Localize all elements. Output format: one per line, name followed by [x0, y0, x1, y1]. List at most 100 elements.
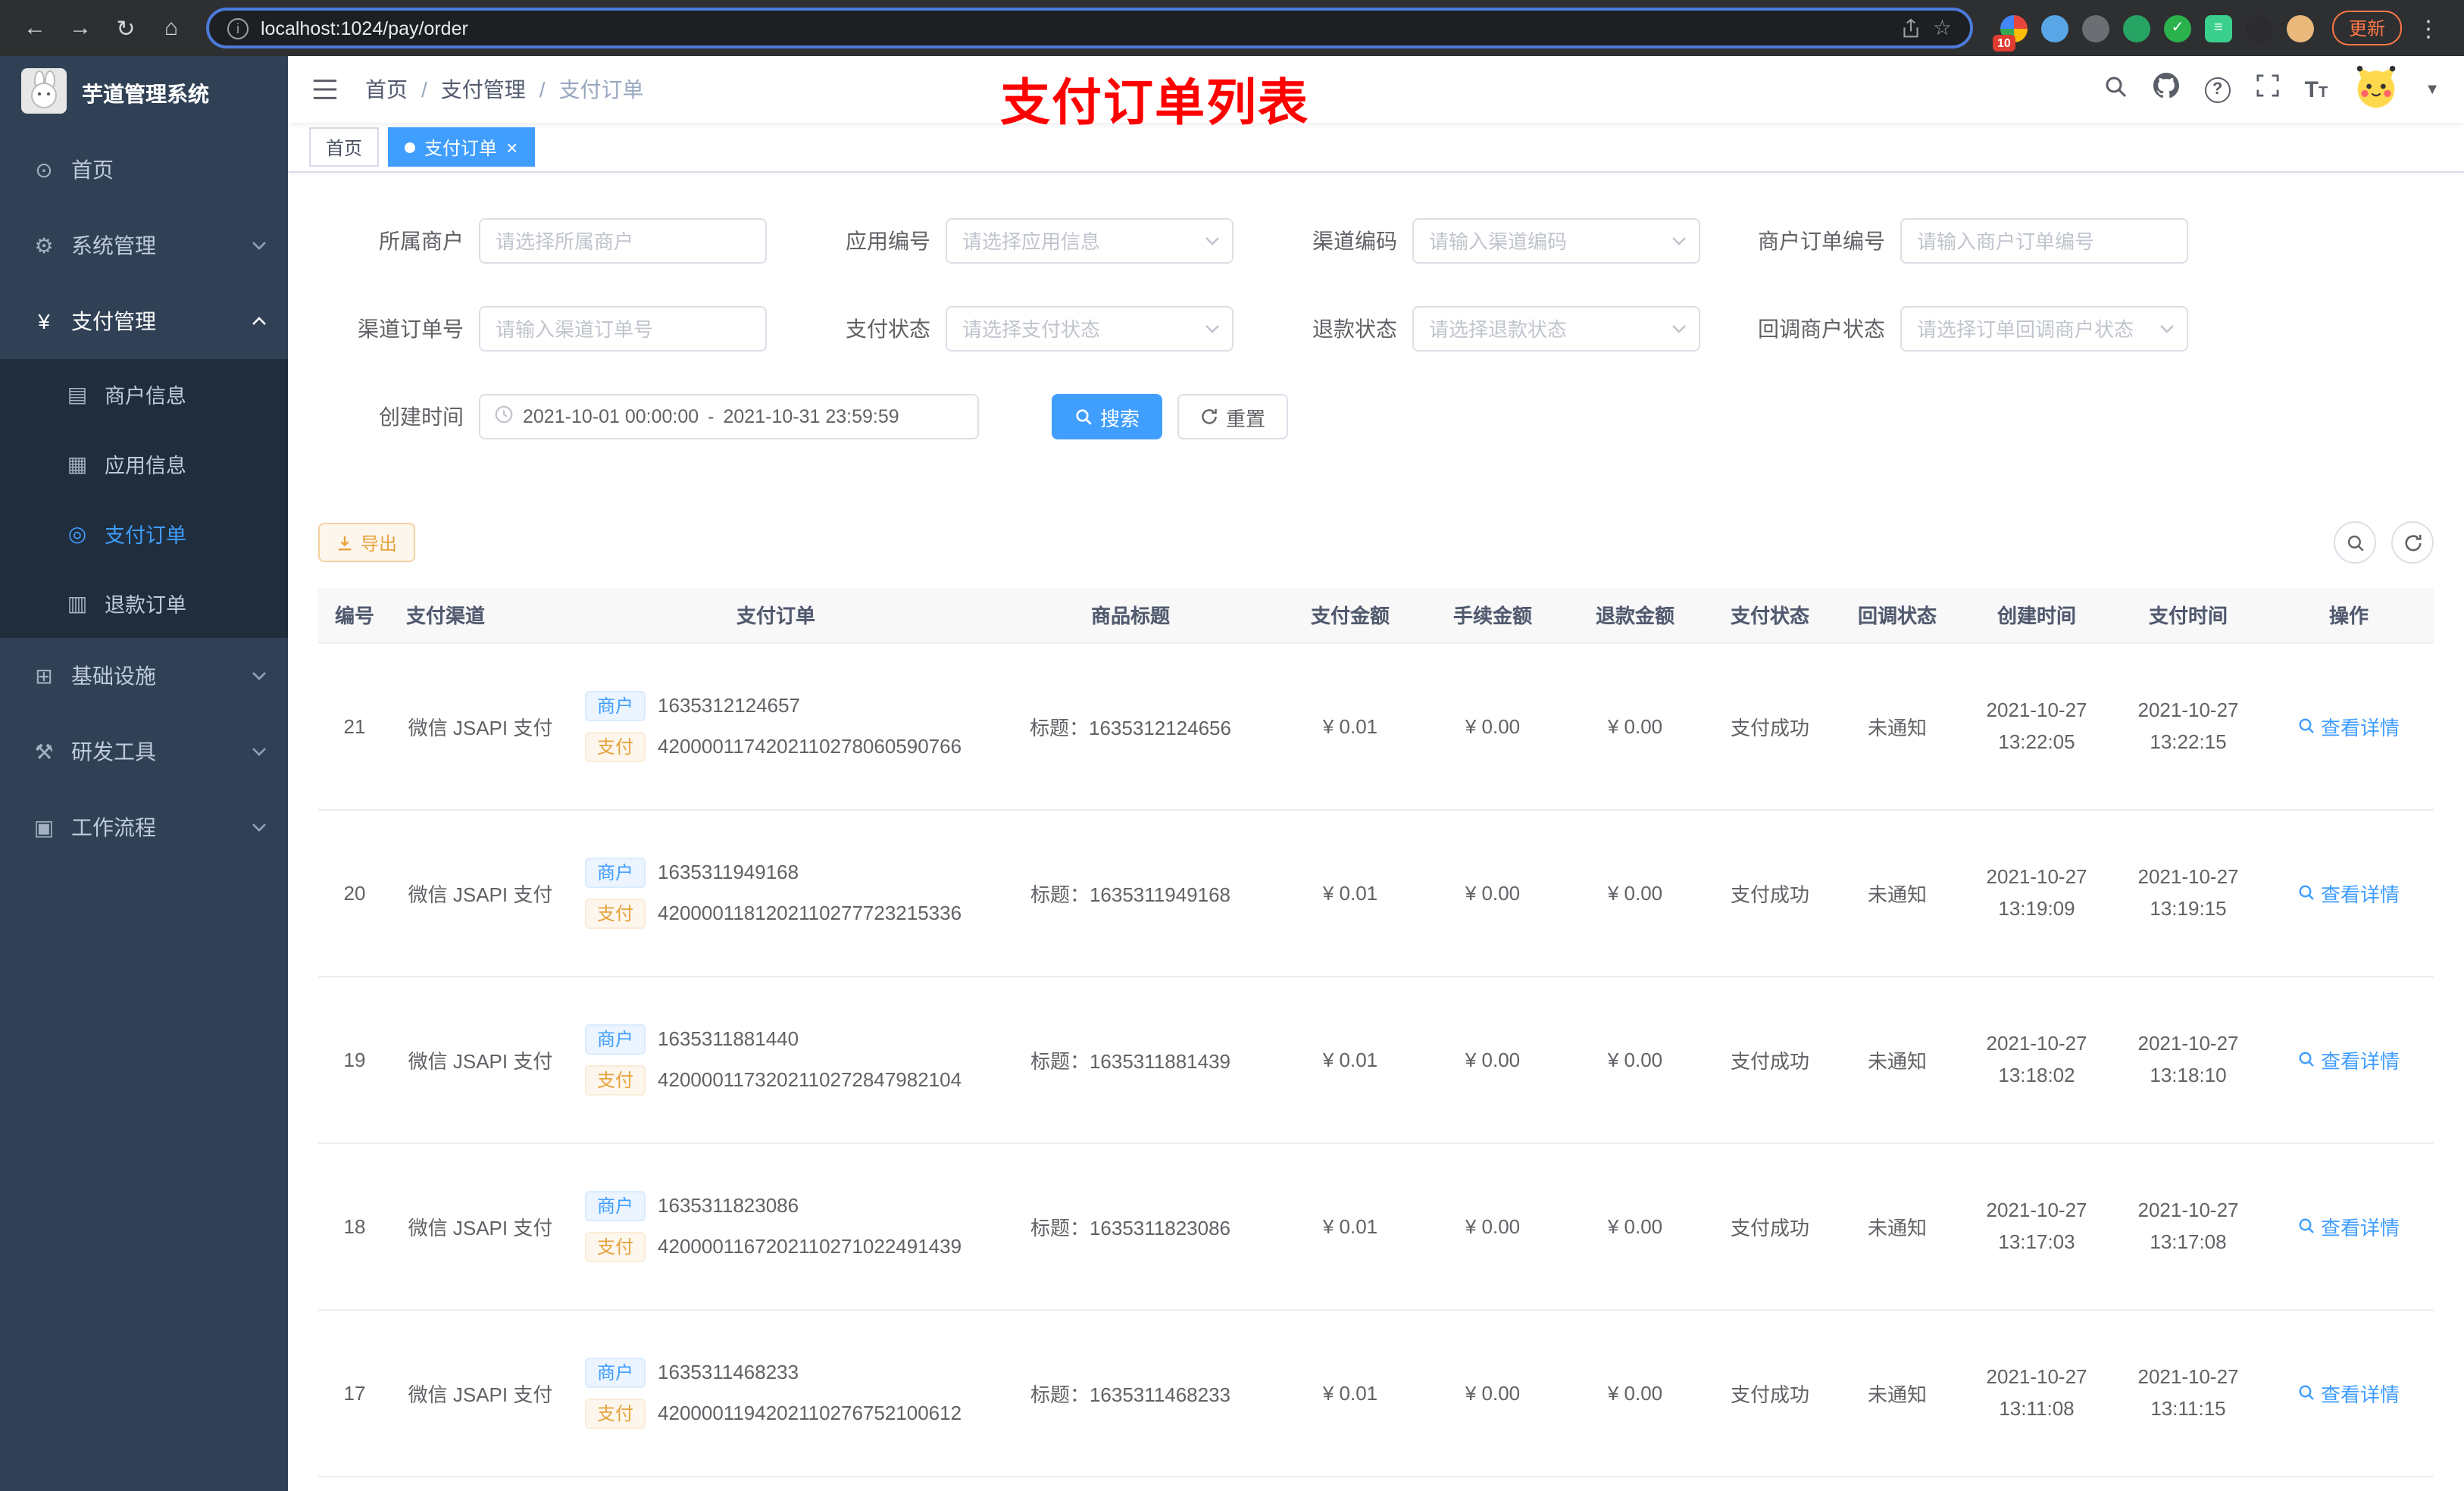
app-select[interactable]: [946, 218, 1234, 264]
monitor-icon: ⊞: [35, 663, 53, 687]
search-icon[interactable]: [2103, 73, 2128, 105]
blue-extension-icon[interactable]: [2040, 14, 2068, 42]
browser-window: ← → ↻ ⌂ i localhost:1024/pay/order ☆ 10 …: [0, 0, 2464, 1491]
actions-cell: 查看详情: [2264, 976, 2434, 1143]
close-tab-icon[interactable]: ×: [506, 137, 518, 157]
avatar-caret-icon[interactable]: ▼: [2425, 81, 2440, 98]
view-detail-link[interactable]: 查看详情: [2298, 1045, 2400, 1074]
merchant-input[interactable]: [479, 218, 767, 264]
help-icon[interactable]: ?: [2204, 77, 2231, 102]
pay-status-select[interactable]: [946, 306, 1234, 352]
channel-order-no: 4200001173202110272847982104: [658, 1068, 962, 1091]
sidebar-item-pay-order[interactable]: ◎ 支付订单: [0, 499, 288, 568]
sidebar-item-merchant-info[interactable]: ▤ 商户信息: [0, 359, 288, 429]
actions-cell: 查看详情: [2264, 809, 2434, 977]
reset-button[interactable]: 重置: [1177, 394, 1289, 439]
user-avatar[interactable]: [2353, 63, 2399, 116]
export-button[interactable]: 导出: [318, 523, 416, 562]
sidebar-item-devtools[interactable]: ⚒ 研发工具: [0, 714, 288, 789]
check-extension-icon[interactable]: ✓: [2163, 14, 2191, 42]
column-header: 支付渠道: [391, 588, 570, 643]
sidebar-item-home[interactable]: ⊙ 首页: [0, 132, 288, 208]
pay-status: 支付成功: [1706, 1142, 1834, 1310]
bookmark-star-icon[interactable]: ☆: [1933, 15, 1952, 41]
sidebar-item-payment[interactable]: ¥ 支付管理: [0, 283, 288, 359]
channel-order-no-input[interactable]: [479, 306, 767, 352]
url-text[interactable]: localhost:1024/pay/order: [261, 17, 1890, 39]
forward-icon[interactable]: →: [61, 15, 100, 41]
pay-status: 支付成功: [1706, 976, 1834, 1143]
pay-order-cell: 商户 1635311457936 支付 42000011682021102745…: [570, 1476, 982, 1491]
pay-order-cell: 商户 1635311468233 支付 42000011942021102767…: [570, 1309, 982, 1477]
site-info-icon[interactable]: i: [227, 17, 249, 39]
home-icon[interactable]: ⌂: [152, 15, 191, 41]
table-row: 16 微信 JSAPI 支付 商户 1635311457936 支付: [318, 1476, 2434, 1491]
sidebar-item-app-info[interactable]: ▦ 应用信息: [0, 429, 288, 499]
profile-avatar-icon[interactable]: [2286, 14, 2314, 42]
date-end: 2021-10-31 23:59:59: [723, 406, 899, 427]
callback-status-select[interactable]: [1900, 306, 2188, 352]
merchant-tag: 商户: [585, 690, 646, 720]
sidebar-item-workflow[interactable]: ▣ 工作流程: [0, 789, 288, 865]
table-row: 20 微信 JSAPI 支付 商户 1635311949168 支付 42000…: [318, 809, 2434, 977]
table-row: 17 微信 JSAPI 支付 商户 1635311468233 支付 42000…: [318, 1309, 2434, 1477]
fullscreen-icon[interactable]: [2256, 74, 2279, 105]
refresh-button[interactable]: [2391, 521, 2434, 564]
filter-label: 退款状态: [1312, 317, 1397, 341]
reload-icon[interactable]: ↻: [106, 14, 145, 42]
address-bar[interactable]: i localhost:1024/pay/order ☆: [206, 8, 1973, 48]
share-icon[interactable]: [1903, 17, 1921, 39]
clock-icon: [494, 405, 514, 429]
fee-amount: ¥ 0.00: [1421, 976, 1564, 1143]
order-id: 21: [318, 642, 391, 810]
notes-extension-icon[interactable]: ≡: [2204, 14, 2232, 42]
column-header: 操作: [2264, 588, 2434, 643]
extension-badge: 10: [1992, 34, 2015, 51]
github-icon[interactable]: [2153, 73, 2179, 106]
merchant-tag: 商户: [585, 1024, 646, 1054]
font-size-icon[interactable]: TT: [2305, 77, 2328, 102]
view-detail-link[interactable]: 查看详情: [2298, 1378, 2400, 1407]
refund-amount: ¥ 0.00: [1564, 1476, 1706, 1491]
date-range-input[interactable]: 2021-10-01 00:00:00 - 2021-10-31 23:59:5…: [479, 394, 979, 439]
merchant-order-no-input[interactable]: [1900, 218, 2188, 264]
pin-extension-icon[interactable]: [2245, 14, 2273, 42]
sidebar-item-infra[interactable]: ⊞ 基础设施: [0, 638, 288, 714]
view-detail-link[interactable]: 查看详情: [2298, 878, 2400, 907]
filter-channel-code: 渠道编码: [1282, 218, 1700, 264]
sidebar-item-refund-order[interactable]: ▥ 退款订单: [0, 568, 288, 638]
sidebar: 芋道管理系统 ⊙ 首页 ⚙ 系统管理 ¥ 支付管理 ▤ 商户信息 ▦ 应用信息 …: [0, 56, 288, 1491]
green-extension-icon[interactable]: [2122, 14, 2150, 42]
toggle-search-button[interactable]: [2334, 521, 2376, 564]
hamburger-icon[interactable]: [312, 79, 338, 100]
pay-time-cell: 2021-10-27 13:17:08: [2112, 1142, 2264, 1310]
column-header: 手续金额: [1421, 588, 1564, 643]
filter-form: 所属商户 应用编号 渠道编码 商户订单编号: [288, 173, 2464, 439]
pay-tag: 支付: [585, 731, 646, 761]
refund-status-select[interactable]: [1412, 306, 1700, 352]
channel-code-select[interactable]: [1412, 218, 1700, 264]
sidebar-item-system[interactable]: ⚙ 系统管理: [0, 208, 288, 283]
pay-time-cell: 2021-10-27 13:22:15: [2112, 642, 2264, 810]
browser-update-button[interactable]: 更新: [2331, 11, 2402, 45]
chevron-up-icon: [252, 317, 267, 326]
pay-time-cell: 2021-10-27 13:18:10: [2112, 976, 2264, 1143]
tab-home[interactable]: 首页: [309, 127, 380, 167]
breadcrumb-payment[interactable]: 支付管理: [441, 74, 526, 105]
tab-pay-order[interactable]: 支付订单 ×: [388, 127, 535, 167]
search-button[interactable]: 搜索: [1052, 394, 1163, 439]
breadcrumb-home[interactable]: 首页: [365, 74, 408, 105]
pay-time-cell: 2021-10-27 13:11:15: [2112, 1309, 2264, 1477]
fee-amount: ¥ 0.00: [1421, 642, 1564, 810]
view-detail-link[interactable]: 查看详情: [2298, 711, 2400, 740]
browser-menu-icon[interactable]: ⋮: [2408, 14, 2449, 42]
colorwheel-extension-icon[interactable]: 10: [1992, 14, 2028, 51]
chevron-down-icon: [252, 747, 267, 756]
filter-create-time: 创建时间 2021-10-01 00:00:00 - 2021-10-31 23…: [349, 394, 979, 439]
view-detail-link[interactable]: 查看详情: [2298, 1211, 2400, 1240]
column-header: 退款金额: [1564, 588, 1706, 643]
table-body: 21 微信 JSAPI 支付 商户 1635312124657 支付 42000…: [318, 642, 2434, 1491]
gray-extension-icon[interactable]: [2081, 14, 2109, 42]
actions-cell: 查看详情: [2264, 642, 2434, 810]
back-icon[interactable]: ←: [15, 15, 55, 41]
